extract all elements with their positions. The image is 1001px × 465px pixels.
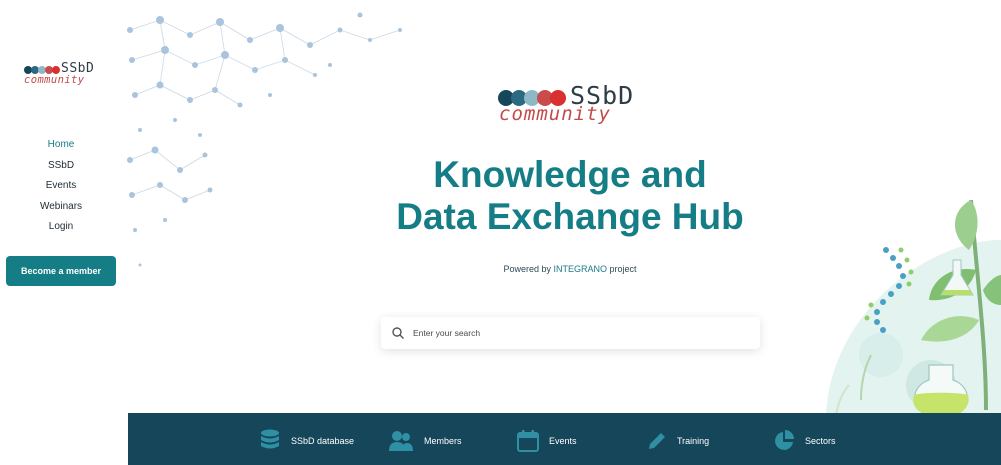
bottom-nav-label: Training: [677, 436, 710, 446]
pencil-icon: [649, 433, 665, 449]
pie-chart-icon: [775, 430, 794, 450]
logo-tagline: community: [24, 74, 85, 86]
bottom-nav-ssbd-database[interactable]: SSbD database: [259, 429, 355, 452]
powered-by-prefix: Powered by: [503, 264, 554, 274]
powered-by-text: Powered by INTEGRANO project: [470, 264, 670, 274]
nav-item-webinars[interactable]: Webinars: [0, 199, 122, 220]
search-icon[interactable]: [391, 326, 405, 340]
page-title-line2: Data Exchange Hub: [396, 196, 744, 237]
bottom-nav-label: SSbD database: [291, 436, 355, 446]
integrano-link[interactable]: INTEGRANO: [554, 264, 608, 274]
bottom-nav-bar: SSbD database Members Events Training Se…: [128, 413, 1001, 465]
logo-dots-icon: [24, 66, 60, 74]
calendar-icon: [517, 430, 539, 452]
bottom-nav-members[interactable]: Members: [388, 430, 462, 452]
bottom-nav-label: Sectors: [805, 436, 836, 446]
lab-plant-illustration: [826, 199, 1001, 415]
bottom-nav-label: Members: [424, 436, 462, 446]
sidebar-logo[interactable]: SSbD community: [24, 61, 104, 88]
page-title-line1: Knowledge and: [433, 154, 707, 195]
powered-by-suffix: project: [607, 264, 637, 274]
nav-item-events[interactable]: Events: [0, 178, 122, 199]
database-icon: [261, 429, 279, 449]
bottom-nav-training[interactable]: Training: [647, 430, 709, 452]
bottom-nav-sectors[interactable]: Sectors: [773, 430, 836, 452]
sidebar-nav: Home SSbD Events Webinars Login: [0, 137, 122, 240]
nav-item-ssbd[interactable]: SSbD: [0, 158, 122, 179]
members-icon: [389, 431, 413, 451]
hero-logo-tagline: community: [499, 103, 611, 125]
search-bar[interactable]: [381, 317, 760, 349]
become-member-button[interactable]: Become a member: [6, 256, 116, 286]
search-input[interactable]: [413, 328, 733, 338]
bottom-nav-events[interactable]: Events: [517, 430, 577, 452]
bottom-nav-label: Events: [549, 436, 577, 446]
molecule-network-illustration: [127, 12, 402, 267]
page-title: Knowledge and Data Exchange Hub: [370, 154, 770, 238]
nav-item-home[interactable]: Home: [0, 137, 122, 158]
hero-logo: SSbD community: [498, 81, 648, 129]
sidebar: SSbD community Home SSbD Events Webinars…: [0, 0, 128, 465]
nav-item-login[interactable]: Login: [0, 219, 122, 240]
